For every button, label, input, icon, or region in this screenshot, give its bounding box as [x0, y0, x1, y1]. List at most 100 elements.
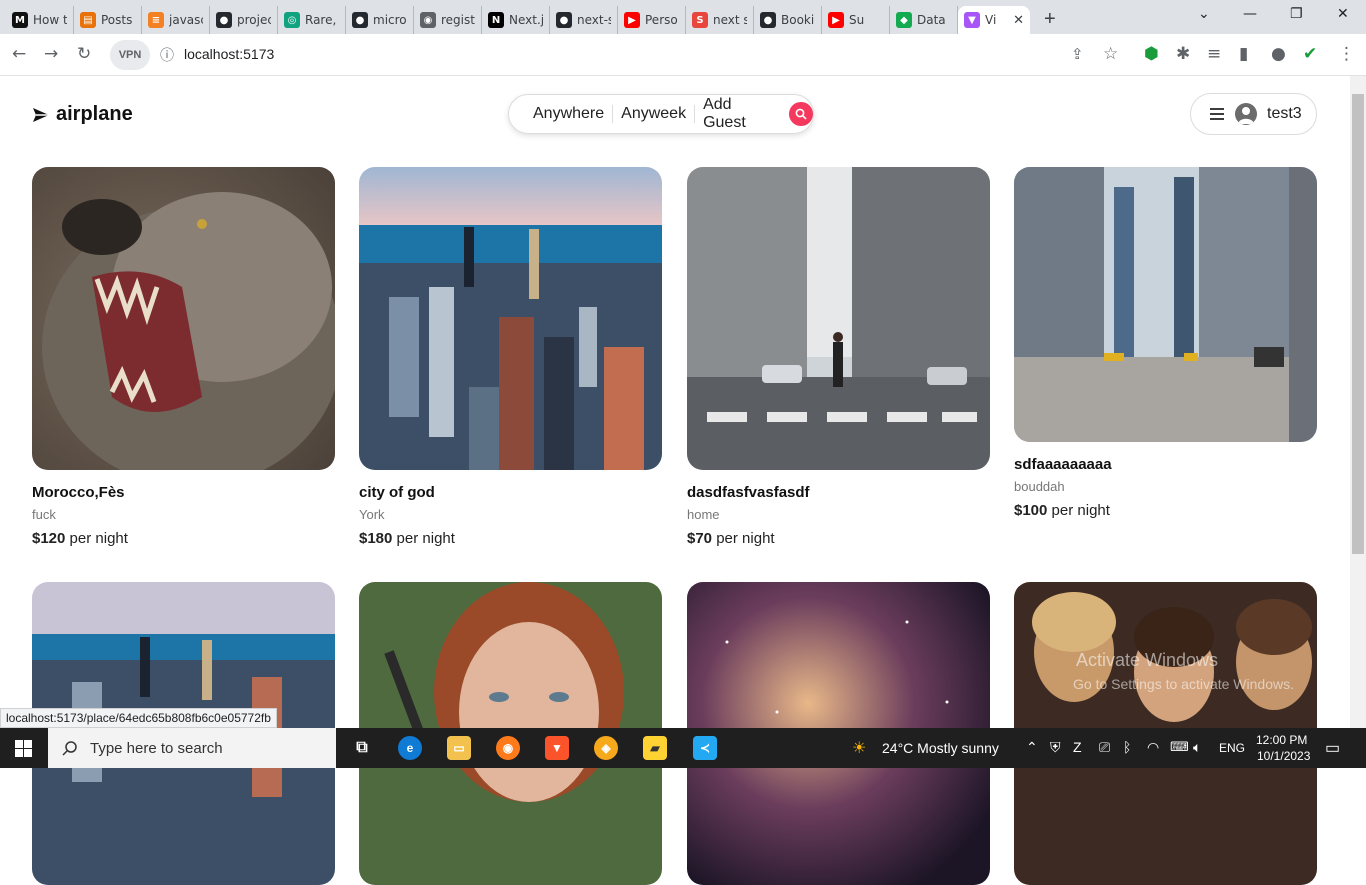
- search-bar[interactable]: Anywhere Anyweek Add Guest: [508, 94, 814, 134]
- search-button[interactable]: [789, 102, 813, 126]
- media-control-icon[interactable]: ≡: [1207, 44, 1221, 64]
- paper-plane-icon: [33, 107, 49, 122]
- side-panel-icon[interactable]: ▮: [1239, 44, 1248, 64]
- tab-favicon-icon: ●: [760, 12, 776, 28]
- listing-price: $100 per night: [1014, 502, 1317, 519]
- sticky-notes-icon[interactable]: ▰: [643, 736, 667, 760]
- listing-location: home: [687, 507, 720, 522]
- vpn-button[interactable]: VPN: [110, 40, 150, 70]
- browser-tab[interactable]: ▶ Su: [822, 6, 890, 34]
- forward-icon[interactable]: →: [44, 44, 58, 64]
- security-check-icon[interactable]: ✔: [1303, 44, 1317, 64]
- menu-kebab-icon[interactable]: ⋮: [1338, 44, 1355, 64]
- site-info-icon[interactable]: ⓘ: [160, 45, 174, 65]
- browser-tab[interactable]: ▤ Posts: [74, 6, 142, 34]
- vscode-icon[interactable]: ≺: [693, 736, 717, 760]
- tab-title: javasc: [169, 13, 203, 27]
- browser-tab[interactable]: ▼ Vi ✕: [958, 6, 1030, 34]
- listing-title: city of god: [359, 484, 435, 501]
- security-tray-icon[interactable]: ⛨: [1050, 739, 1061, 756]
- listing-card[interactable]: city of god York $180 per night: [359, 167, 662, 547]
- reload-icon[interactable]: ↻: [77, 44, 91, 64]
- minimize-button[interactable]: —: [1243, 6, 1257, 22]
- tab-search-icon[interactable]: ⌄: [1198, 6, 1210, 22]
- price-amount: $100: [1014, 502, 1048, 519]
- bluetooth-icon[interactable]: ᛒ: [1123, 739, 1131, 755]
- taskbar-search[interactable]: Type here to search: [48, 728, 336, 768]
- tab-title: Rare,: [305, 13, 337, 27]
- browser-tab[interactable]: ● Booki: [754, 6, 822, 34]
- zoom-tray-icon[interactable]: Z: [1073, 739, 1082, 755]
- browser-tab[interactable]: ≡ javasc: [142, 6, 210, 34]
- listing-image-city-skyline: [359, 167, 662, 470]
- device-tray-icon[interactable]: ⎚: [1099, 739, 1110, 756]
- close-window-button[interactable]: ✕: [1337, 6, 1349, 22]
- brand-logo[interactable]: airplane: [32, 103, 133, 126]
- tray-chevron-icon[interactable]: ⌃: [1026, 739, 1038, 756]
- tab-favicon-icon: ▶: [828, 12, 844, 28]
- brave-nightly-icon[interactable]: ◈: [594, 736, 618, 760]
- tab-title: How t: [33, 13, 67, 27]
- back-icon[interactable]: ←: [12, 44, 26, 64]
- clock-date[interactable]: 10/1/2023: [1257, 749, 1310, 763]
- browser-tab[interactable]: ◉ regist: [414, 6, 482, 34]
- browser-tab[interactable]: Snext s: [686, 6, 754, 34]
- listing-card[interactable]: sdfaaaaaaaaa bouddah $100 per night: [1014, 167, 1317, 519]
- shield-extension-icon[interactable]: ⬢: [1144, 44, 1159, 64]
- wifi-icon[interactable]: ◠: [1147, 739, 1159, 756]
- browser-tab[interactable]: M How t: [6, 6, 74, 34]
- browser-tab[interactable]: ◆ Data: [890, 6, 958, 34]
- weather-icon[interactable]: ☀: [852, 738, 866, 758]
- search-guests[interactable]: Add Guest: [695, 96, 785, 132]
- extensions-puzzle-icon[interactable]: ✱: [1176, 44, 1190, 64]
- listing-image-wolf: [32, 167, 335, 470]
- brave-icon[interactable]: ▼: [545, 736, 569, 760]
- browser-tab[interactable]: N Next.j: [482, 6, 550, 34]
- windows-start-icon[interactable]: [15, 740, 32, 757]
- listing-card[interactable]: Morocco,Fès fuck $120 per night: [32, 167, 335, 547]
- browser-tab[interactable]: ● projec: [210, 6, 278, 34]
- user-menu-button[interactable]: test3: [1190, 93, 1317, 135]
- firefox-icon[interactable]: ◉: [496, 736, 520, 760]
- edge-icon[interactable]: e: [398, 736, 422, 760]
- profile-icon[interactable]: ●: [1271, 44, 1286, 64]
- price-amount: $120: [32, 530, 66, 547]
- search-icon: [62, 741, 77, 756]
- tab-favicon-icon: ◆: [896, 12, 912, 28]
- browser-tab[interactable]: ▶ Perso: [618, 6, 686, 34]
- tab-title: Booki: [781, 13, 815, 27]
- search-where[interactable]: Anywhere: [525, 105, 614, 123]
- tab-favicon-icon: ◉: [420, 12, 436, 28]
- task-view-icon[interactable]: ⧉: [350, 736, 374, 760]
- tab-favicon-icon: ▤: [80, 12, 96, 28]
- browser-tab[interactable]: ◎ Rare,: [278, 6, 346, 34]
- user-icon: [1238, 107, 1254, 124]
- language-indicator[interactable]: ENG: [1219, 741, 1245, 755]
- clock-time[interactable]: 12:00 PM: [1256, 733, 1307, 747]
- browser-tab[interactable]: ● next-s: [550, 6, 618, 34]
- restore-button[interactable]: ❐: [1290, 6, 1303, 22]
- close-tab-icon[interactable]: ✕: [1013, 13, 1024, 28]
- price-amount: $180: [359, 530, 393, 547]
- scrollbar-thumb[interactable]: [1352, 94, 1364, 554]
- search-when[interactable]: Anyweek: [613, 105, 696, 123]
- bookmark-star-icon[interactable]: ☆: [1103, 44, 1118, 64]
- address-bar[interactable]: localhost:5173: [184, 46, 274, 62]
- browser-tab[interactable]: ● micro: [346, 6, 414, 34]
- input-method-icon[interactable]: ⌨: [1170, 739, 1189, 755]
- listing-title: dasdfasfvasfasdf: [687, 484, 810, 501]
- share-icon[interactable]: ⇪: [1071, 45, 1084, 63]
- notifications-icon[interactable]: ▭: [1325, 738, 1340, 758]
- file-explorer-icon[interactable]: ▭: [447, 736, 471, 760]
- new-tab-button[interactable]: +: [1044, 8, 1056, 31]
- tab-favicon-icon: ●: [556, 12, 572, 28]
- tab-title: next s: [713, 13, 747, 27]
- price-unit: per night: [1051, 502, 1110, 519]
- page-scrollbar[interactable]: [1350, 76, 1366, 728]
- tab-favicon-icon: S: [692, 12, 708, 28]
- volume-icon[interactable]: 🔈︎: [1193, 739, 1201, 756]
- listing-card[interactable]: dasdfasfvasfasdf home $70 per night: [687, 167, 990, 547]
- weather-text[interactable]: 24°C Mostly sunny: [882, 740, 999, 756]
- hamburger-icon: [1210, 108, 1224, 120]
- site-header: airplane Anywhere Anyweek Add Guest test…: [0, 76, 1350, 154]
